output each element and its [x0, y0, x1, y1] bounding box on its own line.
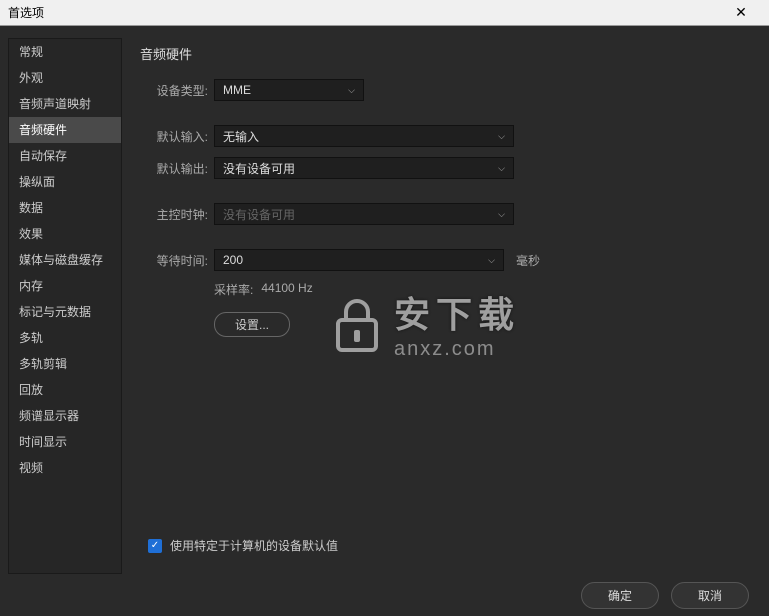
sidebar-item-multitrack-clips[interactable]: 多轨剪辑: [9, 351, 121, 377]
sidebar-item-memory[interactable]: 内存: [9, 273, 121, 299]
window-title: 首选项: [8, 4, 44, 21]
main-panel: 音频硬件 设备类型: MME ⌵ 默认输入: 无输入 ⌵ 默认输出:: [130, 26, 769, 574]
checkbox-use-machine-defaults[interactable]: ✓: [148, 539, 162, 553]
row-sample-rate: 采样率: 44100 Hz: [214, 281, 747, 298]
sidebar: 常规 外观 音频声道映射 音频硬件 自动保存 操纵面 数据 效果 媒体与磁盘缓存…: [0, 26, 130, 574]
row-master-clock: 主控时钟: 没有设备可用 ⌵: [152, 203, 747, 225]
watermark-en: anxz.com: [394, 338, 520, 361]
label-default-input: 默认输入:: [152, 128, 208, 145]
sidebar-list: 常规 外观 音频声道映射 音频硬件 自动保存 操纵面 数据 效果 媒体与磁盘缓存…: [8, 38, 122, 574]
dropdown-device-type[interactable]: MME ⌵: [214, 79, 364, 101]
sidebar-item-appearance[interactable]: 外观: [9, 65, 121, 91]
row-default-input: 默认输入: 无输入 ⌵: [152, 125, 747, 147]
chevron-down-icon: ⌵: [498, 131, 505, 142]
sidebar-item-general[interactable]: 常规: [9, 39, 121, 65]
checkbox-label: 使用特定于计算机的设备默认值: [170, 537, 338, 554]
close-icon: ✕: [735, 4, 747, 21]
dropdown-value: MME: [223, 83, 251, 97]
row-device-type: 设备类型: MME ⌵: [152, 79, 747, 101]
sidebar-item-spectral[interactable]: 频谱显示器: [9, 403, 121, 429]
settings-button[interactable]: 设置...: [214, 312, 290, 337]
latency-suffix: 毫秒: [516, 252, 540, 269]
sidebar-item-time-display[interactable]: 时间显示: [9, 429, 121, 455]
label-sample-rate: 采样率:: [214, 281, 253, 298]
chevron-down-icon: ⌵: [348, 85, 355, 96]
dropdown-default-input[interactable]: 无输入 ⌵: [214, 125, 514, 147]
titlebar: 首选项 ✕: [0, 0, 769, 26]
dropdown-latency[interactable]: 200 ⌵: [214, 249, 504, 271]
ok-button[interactable]: 确定: [581, 582, 659, 609]
sidebar-item-autosave[interactable]: 自动保存: [9, 143, 121, 169]
dropdown-value: 200: [223, 253, 243, 267]
row-latency: 等待时间: 200 ⌵ 毫秒: [152, 249, 747, 271]
sidebar-item-control-surface[interactable]: 操纵面: [9, 169, 121, 195]
label-master-clock: 主控时钟:: [152, 206, 208, 223]
dropdown-value: 无输入: [223, 128, 259, 145]
value-sample-rate: 44100 Hz: [261, 281, 312, 298]
dialog-body: 常规 外观 音频声道映射 音频硬件 自动保存 操纵面 数据 效果 媒体与磁盘缓存…: [0, 26, 769, 574]
sidebar-item-data[interactable]: 数据: [9, 195, 121, 221]
label-device-type: 设备类型:: [152, 82, 208, 99]
chevron-down-icon: ⌵: [488, 255, 495, 266]
row-default-output: 默认输出: 没有设备可用 ⌵: [152, 157, 747, 179]
dropdown-master-clock: 没有设备可用 ⌵: [214, 203, 514, 225]
footer: 确定 取消: [0, 574, 769, 616]
sidebar-item-audio-hardware[interactable]: 音频硬件: [9, 117, 121, 143]
row-use-machine-defaults: ✓ 使用特定于计算机的设备默认值: [148, 537, 338, 554]
sidebar-item-markers-metadata[interactable]: 标记与元数据: [9, 299, 121, 325]
dropdown-default-output[interactable]: 没有设备可用 ⌵: [214, 157, 514, 179]
sidebar-item-playback[interactable]: 回放: [9, 377, 121, 403]
panel-title: 音频硬件: [140, 44, 747, 63]
check-icon: ✓: [151, 540, 159, 551]
sidebar-item-effects[interactable]: 效果: [9, 221, 121, 247]
chevron-down-icon: ⌵: [498, 209, 505, 220]
sidebar-item-multitrack[interactable]: 多轨: [9, 325, 121, 351]
label-default-output: 默认输出:: [152, 160, 208, 177]
sidebar-item-channel-mapping[interactable]: 音频声道映射: [9, 91, 121, 117]
close-button[interactable]: ✕: [721, 0, 761, 25]
sidebar-item-video[interactable]: 视频: [9, 455, 121, 481]
dropdown-value: 没有设备可用: [223, 206, 295, 223]
chevron-down-icon: ⌵: [498, 163, 505, 174]
sidebar-item-media-cache[interactable]: 媒体与磁盘缓存: [9, 247, 121, 273]
cancel-button[interactable]: 取消: [671, 582, 749, 609]
label-latency: 等待时间:: [152, 252, 208, 269]
dropdown-value: 没有设备可用: [223, 160, 295, 177]
